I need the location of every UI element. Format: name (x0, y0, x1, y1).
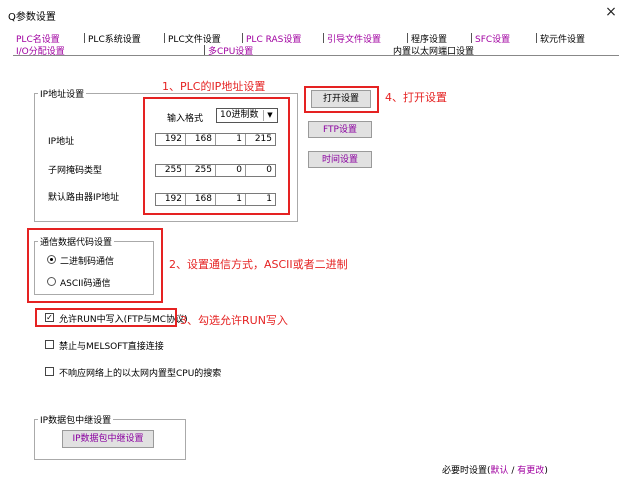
open-highlight-box (304, 86, 379, 113)
close-icon[interactable]: × (602, 3, 620, 21)
comm-highlight-box (27, 228, 163, 303)
no-search-response-label: 不响应网络上的以太网内置型CPU的搜索 (59, 369, 222, 379)
no-search-response-checkbox[interactable] (45, 367, 54, 376)
title-bar (0, 0, 627, 27)
footer-sep: / (508, 466, 518, 476)
tab-separator (84, 33, 85, 43)
tab-plc-system[interactable]: PLC系统设置 (88, 32, 141, 45)
footer-changed: 有更改 (517, 466, 545, 476)
footer-note: 必要时设置(默认 / 有更改) (442, 463, 548, 476)
ip-relay-label: IP数据包中继设置 (38, 413, 114, 426)
tab-divider (13, 55, 619, 56)
ftp-settings-button[interactable]: FTP设置 (308, 121, 372, 138)
annotation-run: 3、勾选允许RUN写入 (180, 314, 288, 327)
tab-plc-ras[interactable]: PLC RAS设置 (246, 32, 301, 45)
annotation-open: 4、打开设置 (385, 91, 447, 104)
tab-separator (407, 33, 408, 43)
annotation-ip: 1、PLC的IP地址设置 (162, 80, 266, 93)
tab-device[interactable]: 软元件设置 (540, 32, 585, 45)
ip-settings-label: IP地址设置 (38, 87, 87, 100)
subnet-label: 子网掩码类型 (48, 166, 103, 176)
tab-separator (204, 45, 205, 55)
forbid-melsoft-label: 禁止与MELSOFT直接连接 (59, 342, 164, 352)
footer-suffix: ) (544, 466, 548, 476)
tab-separator (164, 33, 165, 43)
ip-highlight-box (143, 97, 290, 215)
tab-separator (471, 33, 472, 43)
tab-sfc[interactable]: SFC设置 (475, 32, 510, 45)
time-settings-button[interactable]: 时间设置 (308, 151, 372, 168)
tab-separator (536, 33, 537, 43)
tab-separator (323, 33, 324, 43)
forbid-melsoft-checkbox[interactable] (45, 340, 54, 349)
ip-relay-button[interactable]: IP数据包中继设置 (62, 430, 154, 448)
tab-boot-file[interactable]: 引导文件设置 (327, 32, 381, 45)
annotation-comm: 2、设置通信方式，ASCII或者二进制 (169, 258, 348, 271)
allow-run-highlight-box (35, 308, 177, 327)
window-title: Q参数设置 (8, 12, 56, 23)
ip-address-label: IP地址 (48, 137, 75, 147)
tab-separator (242, 33, 243, 43)
footer-default: 默认 (490, 466, 509, 476)
gateway-label: 默认路由器IP地址 (48, 193, 120, 203)
footer-prefix: 必要时设置( (442, 466, 491, 476)
